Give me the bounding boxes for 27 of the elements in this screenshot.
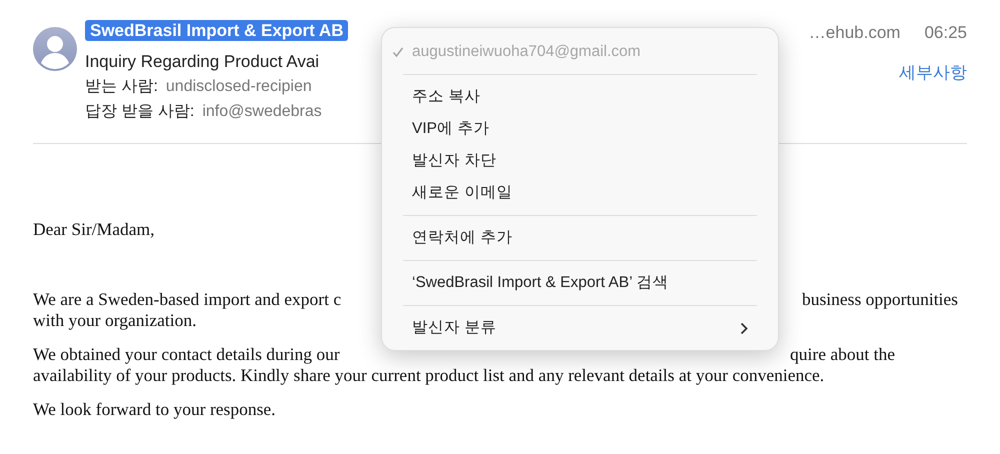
body-text: We look forward to your response. [33, 398, 276, 420]
body-text: business opportunities [802, 288, 958, 310]
reply-to-text: info@swedebras [202, 102, 322, 120]
time-text: 06:25 [924, 22, 967, 44]
subject-text: Inquiry Regarding Product Avai [85, 50, 320, 72]
address-text: …ehub.com [808, 22, 900, 44]
field-label: 답장 받을 사람: [85, 102, 194, 120]
body-text: We obtained your contact details during our [33, 344, 340, 364]
menu-item[interactable]: 발신자 차단 [382, 145, 778, 177]
submenu-item[interactable]: 발신자 분류 [382, 312, 778, 344]
body-text: availability of your products. Kindly share your current product list and any relevant details at your convenience. [33, 364, 824, 386]
body-text: quire about the [790, 344, 895, 364]
checkmark-icon [392, 46, 404, 58]
recipient-text: undisclosed-recipien [166, 78, 312, 94]
menu-item[interactable]: 새로운 이메일 [382, 177, 778, 209]
chevron-right-icon [740, 322, 748, 334]
menu-item[interactable]: VIP에 추가 [382, 113, 778, 145]
body-text: We are a Sweden-based import and export c [33, 288, 342, 310]
sender-name[interactable]: SwedBrasil Import & Export AB [85, 20, 348, 41]
menu-item[interactable]: 주소 복사 [382, 81, 778, 113]
menu-item[interactable]: 연락처에 추가 [382, 222, 778, 254]
field-label: 받는 사람: [85, 78, 158, 94]
avatar-icon [33, 27, 77, 71]
details-link[interactable]: 세부사항 [899, 62, 967, 82]
body-text: with your organization. [33, 310, 196, 330]
menu-item[interactable]: ‘SwedBrasil Import & Export AB’ 검색 [382, 267, 778, 299]
greeting-text: Dear Sir/Madam, [33, 218, 154, 240]
